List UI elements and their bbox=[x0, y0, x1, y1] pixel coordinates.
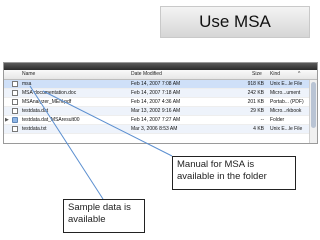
file-kind: Portab... (PDF) bbox=[270, 99, 304, 105]
file-date: Feb 14, 2007 7:08 AM bbox=[131, 81, 181, 87]
window-toolbar-strip bbox=[4, 63, 317, 70]
file-row-msaresult-folder[interactable]: ▶ testdata.dat_MSAresult00 Feb 14, 2007 … bbox=[4, 116, 317, 125]
spreadsheet-icon bbox=[12, 108, 18, 114]
file-date: Mar 13, 2002 9:16 AM bbox=[131, 108, 181, 114]
file-kind: Unix E...le File bbox=[270, 126, 303, 132]
file-row-testdata-dat[interactable]: testdata.dat Mar 13, 2002 9:16 AM 29 KB … bbox=[4, 107, 317, 116]
column-header-row: Name Date Modified Size Kind ^ bbox=[4, 70, 317, 80]
file-date: Feb 14, 2007 7:18 AM bbox=[131, 90, 181, 96]
file-size: 242 KB bbox=[247, 90, 264, 96]
file-date: Feb 14, 2007 7:27 AM bbox=[131, 117, 181, 123]
file-name: MSAnalyzer_MEN.pdf bbox=[22, 99, 72, 105]
file-size: 918 KB bbox=[247, 81, 264, 87]
file-date: Feb 14, 2007 4:36 AM bbox=[131, 99, 181, 105]
file-size: -- bbox=[260, 117, 264, 123]
column-header-name[interactable]: Name bbox=[22, 71, 35, 77]
file-kind: Micro...rkbook bbox=[270, 108, 302, 114]
scrollbar-thumb[interactable] bbox=[311, 82, 316, 128]
file-row-msanalyzer-pdf[interactable]: MSAnalyzer_MEN.pdf Feb 14, 2007 4:36 AM … bbox=[4, 98, 317, 107]
disclosure-triangle-icon[interactable]: ▶ bbox=[5, 117, 9, 123]
column-header-kind[interactable]: Kind bbox=[270, 71, 280, 77]
manual-callout: Manual for MSA is available in the folde… bbox=[172, 156, 296, 190]
sort-indicator-icon: ^ bbox=[298, 71, 301, 77]
file-row-msa[interactable]: msa Feb 14, 2007 7:08 AM 918 KB Unix E..… bbox=[4, 80, 317, 89]
file-size: 29 KB bbox=[250, 108, 264, 114]
file-name: testdata.txt bbox=[22, 126, 47, 132]
file-size: 4 KB bbox=[253, 126, 264, 132]
sample-data-callout: Sample data is available bbox=[63, 199, 145, 233]
file-name: testdata.dat_MSAresult00 bbox=[22, 117, 80, 123]
document-icon bbox=[12, 90, 18, 96]
slide-title: Use MSA bbox=[160, 6, 310, 38]
pdf-icon bbox=[12, 99, 18, 105]
text-file-icon bbox=[12, 126, 18, 132]
finder-window: Name Date Modified Size Kind ^ msa Feb 1… bbox=[3, 62, 318, 144]
file-kind: Folder bbox=[270, 117, 285, 123]
folder-icon bbox=[12, 117, 18, 123]
file-kind: Unix E...le File bbox=[270, 81, 303, 87]
column-header-date-modified[interactable]: Date Modified bbox=[131, 71, 162, 77]
file-row-testdata-txt[interactable]: testdata.txt Mar 3, 2006 8:53 AM 4 KB Un… bbox=[4, 125, 317, 134]
file-icon bbox=[12, 81, 18, 87]
file-name: testdata.dat bbox=[22, 108, 49, 114]
column-header-size[interactable]: Size bbox=[252, 71, 262, 77]
file-name: MSA documentation.doc bbox=[22, 90, 77, 96]
file-kind: Micro...ument bbox=[270, 90, 301, 96]
file-size: 201 KB bbox=[247, 99, 264, 105]
file-row-msa-documentation[interactable]: MSA documentation.doc Feb 14, 2007 7:18 … bbox=[4, 89, 317, 98]
file-name: msa bbox=[22, 81, 32, 87]
file-date: Mar 3, 2006 8:53 AM bbox=[131, 126, 178, 132]
